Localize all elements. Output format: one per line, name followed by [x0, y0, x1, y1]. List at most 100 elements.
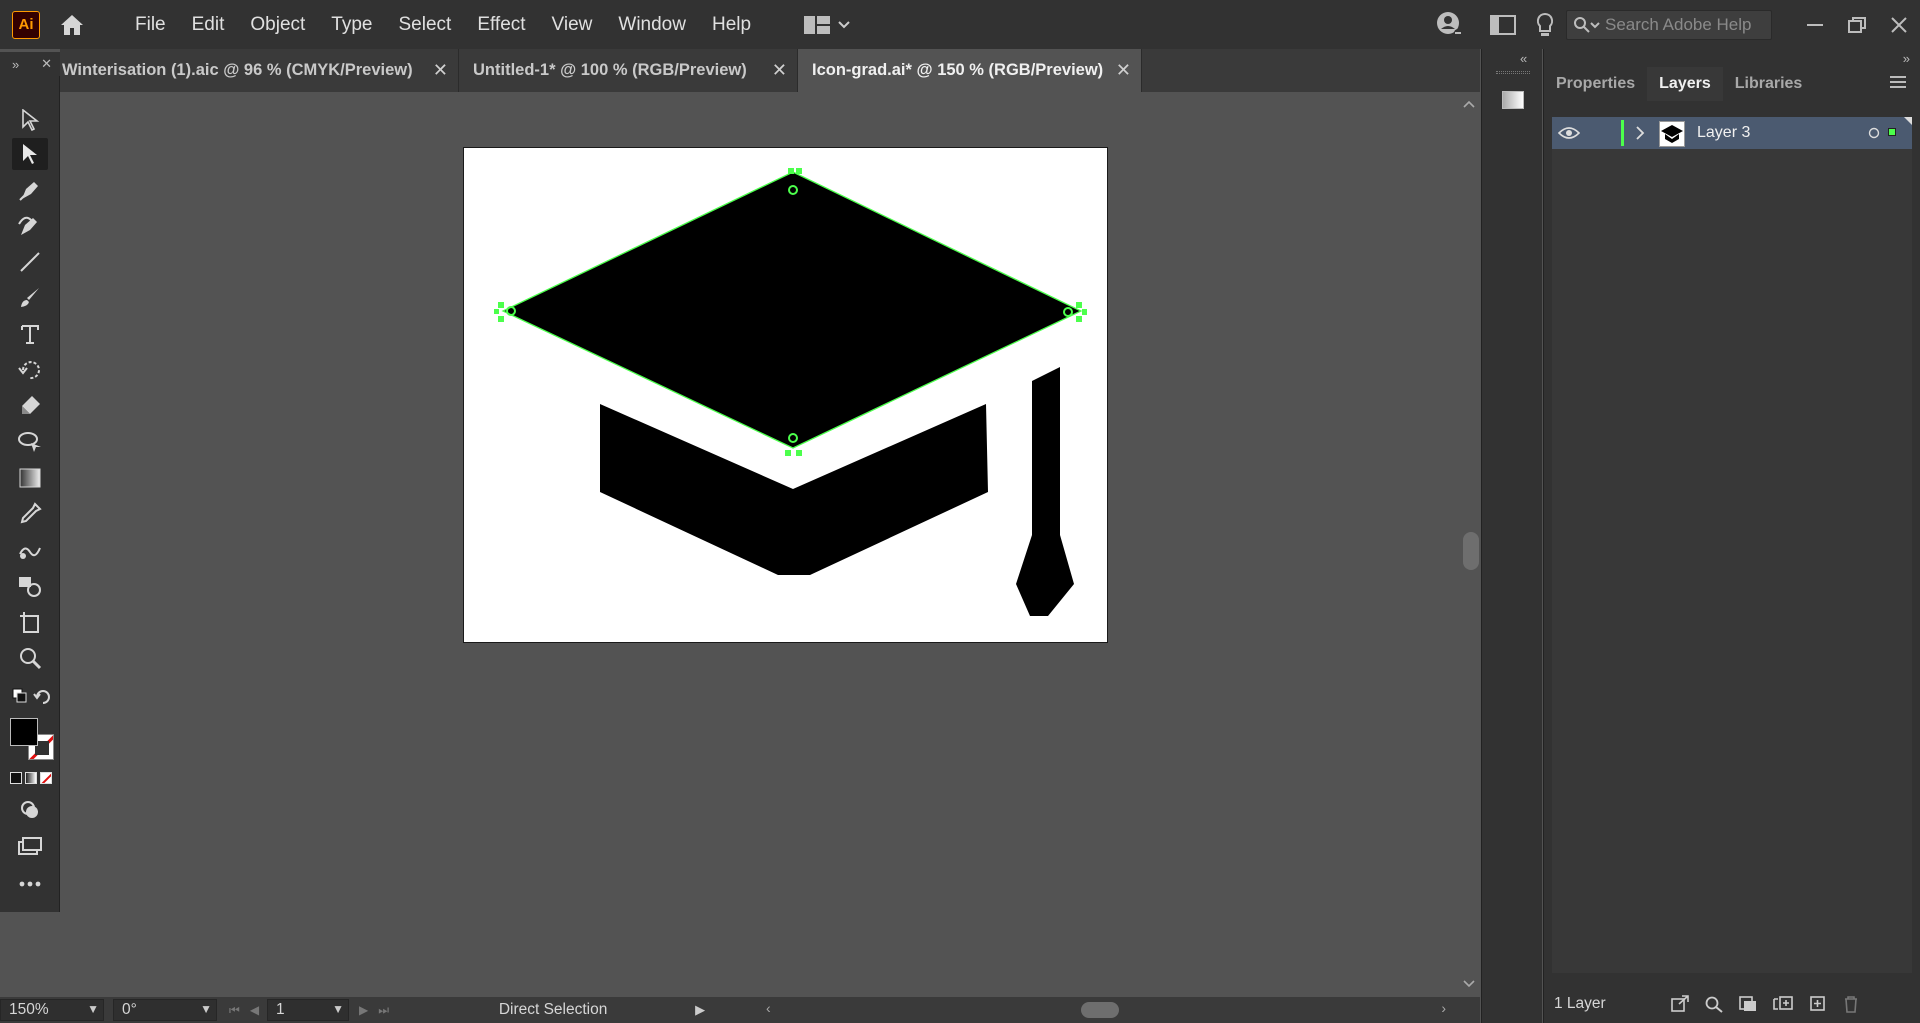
shape-builder-tool-icon[interactable] — [12, 570, 48, 602]
close-window-button[interactable] — [1878, 7, 1920, 43]
panel-menu-icon[interactable] — [1890, 75, 1906, 94]
discover-lightbulb-icon[interactable] — [1524, 7, 1566, 43]
type-tool-icon[interactable] — [12, 318, 48, 350]
zoom-level-field[interactable]: 150% ▼ — [0, 999, 104, 1021]
menu-view[interactable]: View — [539, 0, 606, 49]
layer-row[interactable]: Layer 3 — [1552, 117, 1912, 149]
curvature-tool-icon[interactable] — [12, 210, 48, 242]
artboard[interactable] — [463, 147, 1108, 643]
last-artboard-icon[interactable]: ⏭ — [378, 1003, 389, 1018]
first-artboard-icon[interactable]: ⏮ — [229, 1003, 240, 1018]
layer-selection-indicator[interactable] — [1888, 128, 1896, 136]
edit-toolbar-more-icon[interactable] — [12, 868, 48, 900]
current-tool-display[interactable]: Direct Selection ▶ — [403, 999, 705, 1021]
gradient-panel-icon[interactable] — [1502, 91, 1524, 109]
tab-layers[interactable]: Layers — [1647, 67, 1723, 101]
minimize-button[interactable] — [1794, 7, 1836, 43]
scroll-up-icon[interactable] — [1463, 100, 1475, 108]
layer-name[interactable]: Layer 3 — [1697, 124, 1750, 142]
menu-object[interactable]: Object — [237, 0, 318, 49]
collapse-dock-icon[interactable]: « — [1520, 51, 1527, 66]
graduation-cap-artwork[interactable] — [464, 148, 1109, 644]
expand-toolbar-icon[interactable]: » — [12, 57, 19, 72]
none-mode-button[interactable] — [40, 772, 52, 784]
menu-bar-right: Search Adobe Help — [1428, 0, 1920, 49]
menu-window[interactable]: Window — [605, 0, 699, 49]
layers-panel-footer: 1 Layer — [1552, 989, 1912, 1019]
tab-libraries[interactable]: Libraries — [1723, 67, 1815, 101]
close-tab-icon[interactable]: ✕ — [433, 60, 448, 81]
screen-mode-icon[interactable] — [12, 830, 48, 862]
drawing-modes-icon[interactable] — [12, 794, 48, 826]
cap-top-shape[interactable] — [503, 172, 1081, 448]
collapse-panel-icon[interactable]: » — [1903, 51, 1910, 66]
user-account-icon[interactable] — [1428, 7, 1470, 43]
locate-object-icon[interactable] — [1704, 995, 1724, 1013]
scroll-down-icon[interactable] — [1463, 980, 1475, 988]
artboard-tool-icon[interactable] — [12, 606, 48, 638]
rotate-tool-icon[interactable] — [12, 354, 48, 386]
color-mode-button[interactable] — [10, 772, 22, 784]
previous-artboard-icon[interactable]: ◀ — [250, 1003, 259, 1018]
gradient-mode-button[interactable] — [25, 772, 37, 784]
rotate-view-field[interactable]: 0° ▼ — [113, 999, 217, 1021]
scroll-left-icon[interactable]: ‹ — [766, 1000, 771, 1016]
pen-tool-icon[interactable] — [12, 174, 48, 206]
selection-tool-icon[interactable] — [12, 104, 48, 136]
export-icon[interactable] — [1670, 995, 1690, 1013]
eraser-tool-icon[interactable] — [12, 390, 48, 422]
eyedropper-tool-icon[interactable] — [12, 498, 48, 530]
menu-help[interactable]: Help — [699, 0, 764, 49]
fill-swatch[interactable] — [10, 718, 38, 746]
gradient-tool-icon[interactable] — [12, 462, 48, 494]
illustrator-window: Ai File Edit Object Type Select Effect V… — [0, 0, 1920, 1023]
restore-button[interactable] — [1836, 7, 1878, 43]
artboard-nav-prev: ⏮ ◀ — [229, 1003, 259, 1018]
paintbrush-tool-icon[interactable] — [12, 282, 48, 314]
close-tab-icon[interactable]: ✕ — [1116, 60, 1131, 81]
menu-edit[interactable]: Edit — [179, 0, 238, 49]
direct-selection-tool-icon[interactable] — [12, 138, 48, 170]
expand-layer-chevron-icon[interactable] — [1635, 126, 1645, 140]
arrange-documents-icon[interactable] — [1482, 7, 1524, 43]
line-tool-icon[interactable] — [12, 246, 48, 278]
artboard-number-field[interactable]: 1 ▼ — [267, 999, 350, 1021]
chevron-down-icon[interactable]: ▼ — [200, 1002, 212, 1016]
menu-file[interactable]: File — [122, 0, 179, 49]
canvas[interactable] — [60, 92, 1459, 997]
menu-select[interactable]: Select — [386, 0, 465, 49]
next-artboard-icon[interactable]: ▶ — [359, 1003, 368, 1018]
make-clipping-mask-icon[interactable] — [1738, 995, 1758, 1013]
blend-tool-icon[interactable] — [12, 534, 48, 566]
main-menu: File Edit Object Type Select Effect View… — [122, 0, 764, 49]
vertical-scroll-thumb[interactable] — [1463, 532, 1479, 570]
tab-properties[interactable]: Properties — [1544, 67, 1647, 101]
create-sublayer-icon[interactable] — [1772, 995, 1794, 1013]
create-layer-icon[interactable] — [1808, 995, 1828, 1013]
zoom-tool-icon[interactable] — [12, 642, 48, 674]
tab-untitled-1[interactable]: Untitled-1* @ 100 % (RGB/Preview) ✕ — [459, 49, 798, 92]
dock-grip[interactable] — [1496, 71, 1530, 74]
tab-icon-grad[interactable]: Icon-grad.ai* @ 150 % (RGB/Preview) ✕ — [798, 49, 1142, 92]
menu-type[interactable]: Type — [318, 0, 385, 49]
visibility-eye-icon[interactable] — [1558, 126, 1580, 140]
lasso-tool-icon[interactable] — [12, 426, 48, 458]
horizontal-scroll-thumb[interactable] — [1081, 1002, 1119, 1018]
vertical-scrollbar[interactable] — [1459, 92, 1480, 997]
search-input[interactable]: Search Adobe Help — [1566, 9, 1772, 40]
tab-winterisation[interactable]: Winterisation (1).aic @ 96 % (CMYK/Previ… — [60, 49, 459, 92]
close-tab-icon[interactable]: ✕ — [772, 60, 787, 81]
layer-target-icon[interactable] — [1868, 127, 1880, 139]
fill-stroke-swatches[interactable] — [8, 716, 54, 764]
swap-fill-stroke-icon[interactable] — [4, 680, 56, 712]
delete-layer-icon[interactable] — [1842, 995, 1860, 1013]
close-toolbar-icon[interactable]: ✕ — [41, 56, 52, 72]
home-icon[interactable] — [54, 7, 90, 43]
menu-effect[interactable]: Effect — [464, 0, 538, 49]
workspace-switcher[interactable] — [804, 0, 850, 49]
chevron-down-icon[interactable]: ▼ — [87, 1002, 99, 1016]
tassel-cord-shape[interactable] — [1016, 367, 1074, 616]
status-menu-arrow-icon[interactable]: ▶ — [695, 1002, 705, 1018]
scroll-right-icon[interactable]: › — [1441, 1000, 1446, 1016]
chevron-down-icon[interactable]: ▼ — [332, 1002, 344, 1016]
